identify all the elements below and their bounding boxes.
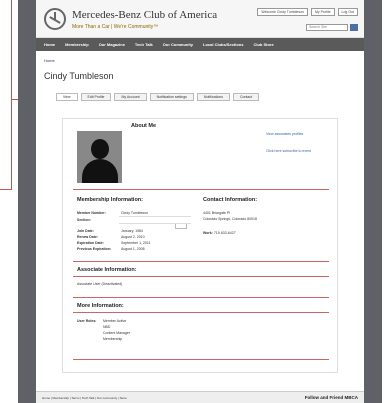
section-divider	[73, 359, 329, 360]
site-header: Mercedes-Benz Club of America More Than …	[36, 0, 364, 38]
welcome-link[interactable]: Welcome Cindy Tumbleson	[257, 8, 308, 16]
tab-notification-settings[interactable]: Notification settings	[149, 93, 194, 101]
address-line-2: Colorado Springs, Colorado 80918	[203, 217, 257, 221]
row-rule	[119, 216, 191, 217]
search-bar: Search Site	[306, 24, 358, 31]
mercedes-star-logo-icon[interactable]	[44, 8, 66, 30]
profile-panel: About Me View associates profiles Click …	[62, 118, 338, 373]
renew-date-row: Renew Date: August 2, 2010	[77, 235, 145, 241]
avatar	[77, 131, 122, 183]
field-value: August 2, 2010	[121, 235, 145, 239]
browser-page: Mercedes-Benz Club of America More Than …	[36, 0, 364, 403]
nav-home[interactable]: Home	[44, 42, 55, 47]
field-label: Renew Date:	[77, 235, 99, 239]
work-phone-row: Work: 719-633-6427	[203, 231, 236, 237]
view-associates-link[interactable]: View associates profiles	[266, 132, 303, 136]
avatar-body	[82, 159, 118, 183]
role-item: Member Active	[103, 319, 127, 323]
nav-magazine[interactable]: Our Magazine	[99, 42, 125, 47]
field-value: September 1, 2011	[121, 241, 151, 245]
field-label: Member Number:	[77, 211, 106, 215]
work-value: 719-633-6427	[213, 231, 236, 235]
field-value: Cindy Tumbleson	[121, 211, 149, 215]
field-label: Section:	[77, 218, 91, 222]
screen: Mercedes-Benz Club of America More Than …	[0, 0, 391, 403]
follow-friend-link[interactable]: Follow and Friend MBCA	[305, 395, 358, 400]
about-me-heading: About Me	[131, 123, 157, 129]
section-divider	[73, 276, 329, 277]
field-value: August 1, 2008	[121, 247, 145, 251]
role-item: Content Manager	[103, 331, 131, 335]
search-input[interactable]: Search Site	[306, 24, 348, 31]
page-title: Cindy Tumbleson	[44, 71, 114, 81]
nav-local-clubs[interactable]: Local Clubs/Sections	[203, 42, 243, 47]
tab-notifications[interactable]: Notifications	[196, 93, 230, 101]
breadcrumb[interactable]: Home	[44, 58, 356, 63]
contact-heading: Contact Information:	[203, 197, 258, 203]
nav-membership[interactable]: Membership	[65, 42, 89, 47]
work-label: Work:	[203, 231, 213, 235]
section-divider	[73, 261, 329, 262]
site-footer: Home | Membership | Terms | Tech Talk | …	[36, 391, 364, 403]
site-tagline: More Than a Car | We're Community™	[72, 24, 159, 30]
tab-edit-profile[interactable]: Edit Profile	[80, 93, 112, 101]
role-item: Membership	[103, 337, 123, 341]
join-date-row: Join Date: January, 1984	[77, 229, 143, 235]
my-profile-link[interactable]: My Profile	[310, 8, 335, 16]
section-row: Section:	[77, 218, 121, 224]
main-nav: Home Membership Our Magazine Tech Talk O…	[36, 38, 364, 51]
content-area: Home Cindy Tumbleson View Edit Profile M…	[36, 51, 364, 101]
field-label: Previous Expiration:	[77, 247, 112, 251]
profile-tabs: View Edit Profile My Account Notificatio…	[44, 93, 356, 101]
avatar-head	[91, 139, 109, 159]
expiration-date-row: Expiration Date: September 1, 2011	[77, 241, 151, 247]
nav-tech-talk[interactable]: Tech Talk	[135, 42, 153, 47]
tab-view[interactable]: View	[56, 93, 78, 101]
section-divider	[73, 189, 329, 190]
subscribe-event-link[interactable]: Click here subscribe to event	[266, 149, 311, 153]
search-button[interactable]	[350, 24, 358, 31]
section-divider	[73, 297, 329, 298]
left-gutter	[18, 0, 36, 403]
more-info-heading: More Information:	[77, 303, 124, 309]
roles-label: User Roles:	[77, 319, 97, 323]
address-line-1: 4401 Briargate Pl	[203, 211, 231, 215]
site-brand[interactable]: Mercedes-Benz Club of America	[72, 9, 217, 21]
tab-my-account[interactable]: My Account	[114, 93, 147, 101]
annotation-frame	[0, 0, 12, 190]
field-value: January, 1984	[121, 229, 143, 233]
top-links: Welcome Cindy Tumbleson My Profile Log O…	[257, 8, 358, 16]
nav-club-store[interactable]: Club Store	[253, 42, 273, 47]
role-item: NBD	[103, 325, 111, 329]
field-label: Join Date:	[77, 229, 94, 233]
field-label: Expiration Date:	[77, 241, 104, 245]
logout-link[interactable]: Log Out	[337, 8, 358, 16]
nav-community[interactable]: Our Community	[163, 42, 193, 47]
tab-contact[interactable]: Contact	[233, 93, 260, 101]
associate-heading: Associate Information:	[77, 267, 137, 273]
footer-links[interactable]: Home | Membership | Terms | Tech Talk | …	[42, 396, 127, 400]
previous-expiration-row: Previous Expiration: August 1, 2008	[77, 247, 145, 253]
row-rule	[119, 223, 191, 224]
section-divider	[73, 312, 329, 313]
associate-status: Associate User (Deactivated)	[77, 282, 123, 286]
membership-heading: Membership Information:	[77, 197, 144, 203]
right-gutter	[364, 0, 382, 403]
